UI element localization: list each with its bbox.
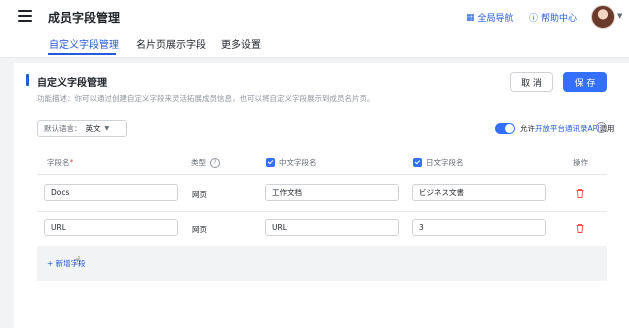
section-title: 自定义字段管理 — [37, 78, 107, 89]
add-field-area: + 新增字段 ☝ — [37, 246, 607, 281]
language-label: 默认语言： — [44, 124, 82, 133]
help-icon[interactable]: ? — [210, 157, 220, 168]
top-bar: 成员字段管理 ▦ 全局导航 ⓘ 帮助中心 ▼ 自定义字段管理 名片页展示字段 更… — [0, 0, 629, 58]
help-circle-icon: ⓘ — [529, 14, 539, 24]
tab-card-fields[interactable]: 名片页展示字段 — [136, 36, 206, 51]
chinese-name-checkbox[interactable] — [266, 158, 275, 167]
field-type: 网页 — [192, 225, 207, 234]
row-divider — [37, 211, 607, 212]
chinese-name-input[interactable]: 工作文档 — [265, 184, 399, 201]
header-type: 类型 ? — [191, 157, 220, 168]
section-description: 功能描述：你可以通过创建自定义字段来灵活拓展成员信息，也可以将自定义字段展示到成… — [37, 94, 375, 103]
tab-custom-fields[interactable]: 自定义字段管理 — [49, 36, 119, 51]
header-chinese-label: 中文字段名 — [279, 158, 317, 167]
required-mark: * — [69, 158, 74, 167]
header-japanese-label: 日文字段名 — [426, 158, 464, 167]
japanese-name-checkbox[interactable] — [413, 158, 422, 167]
global-nav-label: 全局导航 — [477, 14, 514, 24]
help-icon[interactable]: ? — [596, 122, 607, 133]
api-toggle-prefix: 允许 — [520, 124, 535, 133]
field-type: 网页 — [192, 190, 207, 199]
grid-icon: ▦ — [466, 12, 475, 23]
header-field-name-label: 字段名 — [47, 158, 70, 167]
save-button[interactable]: 保 存 — [563, 72, 607, 92]
help-center-label: 帮助中心 — [541, 14, 578, 24]
help-center-link[interactable]: ⓘ 帮助中心 — [529, 11, 577, 24]
header-japanese-name: 日文字段名 — [413, 157, 464, 168]
field-name-input[interactable]: Docs — [44, 184, 178, 201]
hand-cursor-icon: ☝ — [74, 254, 81, 267]
header-field-name: 字段名* — [47, 157, 73, 168]
row-divider — [37, 174, 607, 175]
content-card: 自定义字段管理 功能描述：你可以通过创建自定义字段来灵活拓展成员信息，也可以将自… — [14, 63, 629, 328]
avatar[interactable] — [591, 5, 615, 29]
tab-more-settings[interactable]: 更多设置 — [221, 36, 261, 51]
trash-icon[interactable] — [576, 189, 584, 198]
field-name-input[interactable]: URL — [44, 219, 178, 236]
japanese-name-input[interactable]: 3 — [412, 219, 546, 236]
global-nav-link[interactable]: ▦ 全局导航 — [466, 11, 514, 25]
cancel-button[interactable]: 取 消 — [510, 72, 553, 92]
trash-icon[interactable] — [576, 224, 584, 233]
chevron-down-icon: ▼ — [104, 125, 110, 132]
header-chinese-name: 中文字段名 — [266, 157, 317, 168]
header-type-label: 类型 — [191, 158, 206, 167]
page-title: 成员字段管理 — [48, 11, 121, 25]
chevron-down-icon[interactable]: ▼ — [617, 12, 622, 20]
default-language-select[interactable]: 默认语言： 英文 ▼ — [37, 120, 127, 137]
active-tab-indicator — [48, 53, 116, 55]
open-platform-api-link[interactable]: 开放平台通讯录API — [535, 124, 599, 133]
language-value: 英文 — [85, 124, 101, 133]
section-accent-bar — [26, 74, 29, 86]
japanese-name-input[interactable]: ビジネス文書 — [412, 184, 546, 201]
chinese-name-input[interactable]: URL — [265, 219, 399, 236]
api-toggle[interactable] — [495, 123, 515, 134]
header-action: 操作 — [573, 158, 588, 167]
menu-icon[interactable] — [18, 10, 32, 22]
